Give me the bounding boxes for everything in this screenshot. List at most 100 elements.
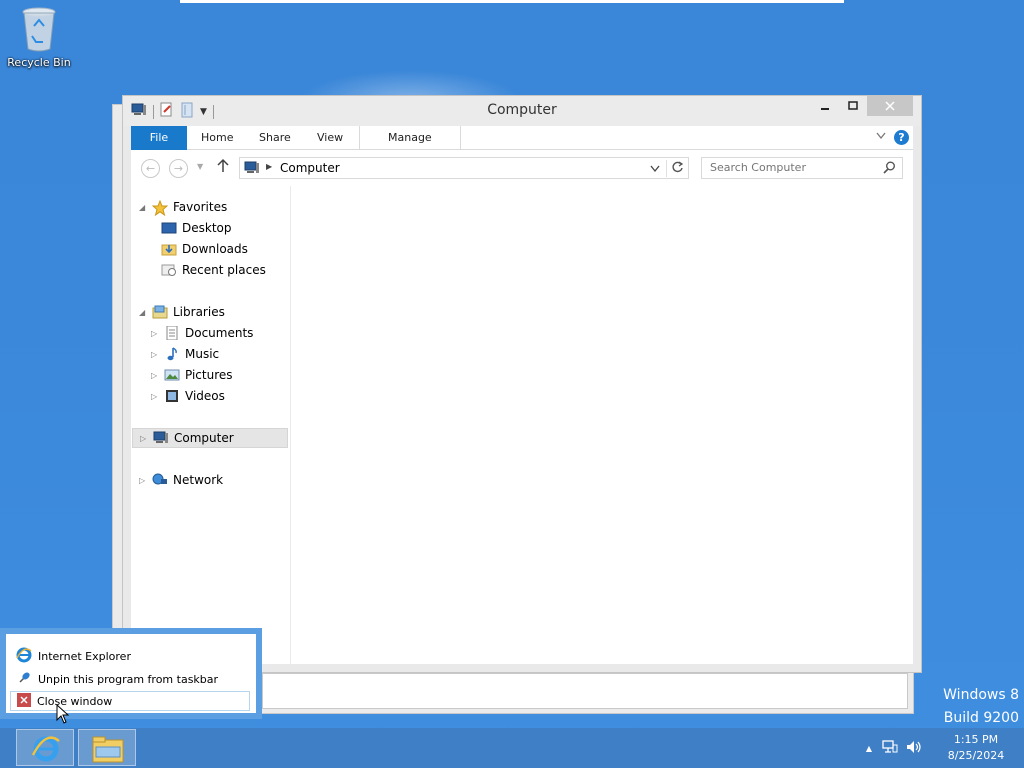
jump-item-close-window[interactable]: Close window [10,691,250,711]
watermark-line-1: Windows 8 [943,687,1019,703]
mouse-cursor-icon [56,703,70,724]
expand-arrow-icon[interactable]: ▷ [151,329,159,338]
search-input[interactable] [710,161,870,174]
tree-label: Computer [174,431,234,445]
search-icon[interactable] [883,161,896,177]
expand-ribbon-icon[interactable] [876,132,886,143]
pictures-icon [164,368,180,382]
minimize-button[interactable] [811,96,839,116]
recent-locations-chevron-icon[interactable]: ▼ [197,162,203,171]
tree-documents[interactable]: ▷ Documents [151,323,253,343]
file-explorer-icon [92,735,124,766]
refresh-icon[interactable] [666,160,684,177]
tree-label: Network [173,473,224,487]
watermark-line-2: Build 9200 [943,710,1019,726]
expand-arrow-icon[interactable]: ▷ [140,434,148,443]
tree-label: Music [185,347,220,361]
explorer-window: ▼ Computer File Home Share View Manage ? [122,95,922,673]
tree-label: Libraries [173,305,225,319]
computer-icon [153,431,169,445]
tab-file[interactable]: File [131,126,187,150]
show-hidden-icons-icon[interactable]: ▲ [866,744,872,753]
maximize-button[interactable] [839,96,867,116]
music-icon [164,347,180,361]
tree-label: Pictures [185,368,233,382]
recycle-bin-label: Recycle Bin [7,56,71,69]
title-bar[interactable]: ▼ Computer [123,96,921,126]
tab-view[interactable]: View [317,126,343,150]
unpin-icon [16,670,32,689]
network-icon [152,473,168,487]
tree-label: Favorites [173,200,228,214]
tree-pictures[interactable]: ▷ Pictures [151,365,233,385]
internet-explorer-icon [31,734,61,767]
recycle-bin-icon [20,6,58,52]
expand-arrow-icon[interactable]: ▷ [151,371,159,380]
tree-downloads[interactable]: Downloads [161,239,248,259]
videos-icon [164,389,180,403]
tree-favorites[interactable]: ◢ Favorites [139,197,227,217]
collapse-arrow-icon[interactable]: ◢ [139,203,147,212]
jump-list-panel: Internet Explorer Unpin this program fro… [6,634,256,713]
tree-recent-places[interactable]: Recent places [161,260,266,280]
tab-share[interactable]: Share [259,126,291,150]
help-icon[interactable]: ? [894,130,909,145]
jump-item-unpin[interactable]: Unpin this program from taskbar [10,669,250,689]
internet-explorer-icon [16,647,32,666]
clock-date: 8/25/2024 [947,749,1005,762]
star-icon [151,199,169,217]
taskbar: ▲ 1:15 PM 8/25/2024 [0,728,1024,768]
search-box[interactable] [701,157,903,179]
expand-arrow-icon[interactable]: ▷ [151,392,159,401]
close-button[interactable] [867,96,913,116]
back-button[interactable]: ← [141,159,160,178]
tree-label: Desktop [182,221,232,235]
address-dropdown-icon[interactable] [650,162,660,176]
system-tray: ▲ 1:15 PM 8/25/2024 [866,728,1024,768]
tab-manage[interactable]: Manage [359,126,461,150]
taskbar-file-explorer-button[interactable] [78,729,136,766]
navigation-pane: ◢ Favorites Desktop Downloads Recent pla… [131,186,291,664]
ribbon-tabs: File Home Share View Manage ? [131,126,913,150]
taskbar-jump-list: Internet Explorer Unpin this program fro… [0,628,262,719]
navigation-bar: ← → ▼ ▶ Computer [131,150,913,186]
tree-label: Downloads [182,242,248,256]
taskbar-internet-explorer-button[interactable] [16,729,74,766]
recycle-bin-desktop-icon[interactable]: Recycle Bin [6,6,72,69]
breadcrumb-chevron-icon[interactable]: ▶ [266,162,272,171]
tree-label: Recent places [182,263,266,277]
address-path: Computer [280,161,340,175]
jump-item-label: Close window [37,694,113,708]
forward-button[interactable]: → [169,159,188,178]
ribbon-right-controls: ? [876,130,909,145]
tree-computer[interactable]: ▷ Computer [132,428,288,448]
jump-item-internet-explorer[interactable]: Internet Explorer [10,646,250,666]
up-arrow-icon[interactable] [217,158,229,177]
jump-item-label: Internet Explorer [38,649,131,663]
clock-time: 1:15 PM [953,733,999,746]
volume-icon[interactable] [906,740,922,757]
window-edge-strip [180,0,844,3]
network-tray-icon[interactable] [882,739,898,757]
downloads-folder-icon [161,242,177,256]
tree-label: Documents [185,326,254,340]
expand-arrow-icon[interactable]: ▷ [151,350,159,359]
collapse-arrow-icon[interactable]: ◢ [139,308,147,317]
tree-label: Videos [185,389,225,403]
documents-icon [164,325,180,341]
expand-arrow-icon[interactable]: ▷ [139,476,147,485]
tree-libraries[interactable]: ◢ Libraries [139,302,225,322]
jump-item-label: Unpin this program from taskbar [38,672,219,686]
taskbar-clock[interactable]: 1:15 PM 8/25/2024 [928,732,1024,764]
os-build-watermark: Windows 8 Build 9200 [943,684,1019,730]
tree-network[interactable]: ▷ Network [139,470,223,490]
tree-desktop[interactable]: Desktop [161,218,232,238]
content-area: ◢ Favorites Desktop Downloads Recent pla… [131,186,913,664]
tab-home[interactable]: Home [201,126,233,150]
address-bar[interactable]: ▶ Computer [239,157,689,179]
tree-videos[interactable]: ▷ Videos [151,386,225,406]
computer-location-icon [244,161,260,178]
background-window-lower [262,673,908,709]
window-title: Computer [487,102,557,118]
tree-music[interactable]: ▷ Music [151,344,219,364]
